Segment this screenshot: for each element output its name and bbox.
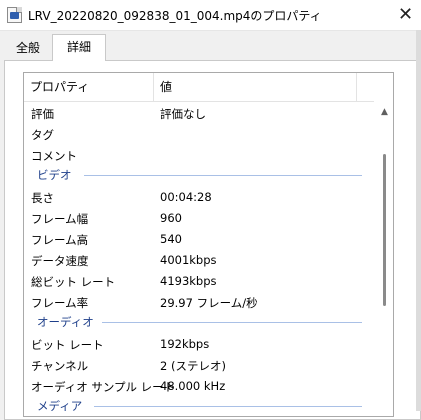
window-title: LRV_20220820_092838_01_004.mp4のプロパティ [28, 9, 322, 23]
property-key: チャンネル [31, 359, 89, 373]
property-key: フレーム幅 [31, 212, 89, 226]
property-value: 4001kbps [160, 253, 217, 267]
column-header-value[interactable]: 値 [154, 73, 357, 101]
property-key: ビット レート [31, 338, 104, 352]
property-key: フレーム高 [31, 233, 89, 247]
group-divider [102, 322, 362, 323]
property-key: タグ [31, 128, 54, 142]
property-key: 評価 [31, 107, 54, 121]
property-value: 29.97 フレーム/秒 [160, 296, 258, 310]
tab-details[interactable]: 詳細 [52, 34, 106, 61]
property-value: 4193kbps [160, 274, 217, 288]
group-divider [94, 406, 362, 407]
group-label: ビデオ [37, 167, 78, 183]
property-value[interactable]: 評価なし [160, 106, 206, 122]
header-divider [24, 101, 374, 102]
property-key: 長さ [31, 191, 54, 205]
list-item-data-rate[interactable]: データ速度 4001kbps [24, 250, 374, 270]
list-item-length[interactable]: 長さ 00:04:28 [24, 187, 374, 207]
list-item-audio-bitrate[interactable]: ビット レート 192kbps [24, 334, 374, 354]
property-key: コメント [31, 149, 77, 163]
video-file-icon [7, 7, 22, 23]
list-item-frame-height[interactable]: フレーム高 540 [24, 229, 374, 249]
property-value: 00:04:28 [160, 190, 212, 204]
scroll-thumb[interactable] [383, 154, 386, 306]
list-item-total-bitrate[interactable]: 総ビット レート 4193kbps [24, 271, 374, 291]
group-divider [84, 175, 362, 176]
group-header-audio: オーディオ [24, 313, 374, 331]
window-edge [416, 30, 421, 411]
list-item-channels[interactable]: チャンネル 2 (ステレオ) [24, 355, 374, 375]
list-item-comments[interactable]: コメント [24, 145, 374, 165]
property-value: 48.000 kHz [160, 379, 226, 393]
property-value: 192kbps [160, 337, 210, 351]
property-key: 総ビット レート [31, 275, 116, 289]
vertical-scrollbar[interactable]: ▲ [376, 102, 393, 416]
list-item-frame-rate[interactable]: フレーム率 29.97 フレーム/秒 [24, 292, 374, 312]
tab-general[interactable]: 全般 [6, 38, 50, 60]
property-value: 960 [160, 211, 182, 225]
property-key: オーディオ サンプル レート [31, 380, 176, 394]
list-item-frame-width[interactable]: フレーム幅 960 [24, 208, 374, 228]
group-label: オーディオ [37, 314, 100, 330]
property-value: 2 (ステレオ) [160, 359, 226, 373]
close-button[interactable]: ✕ [390, 0, 421, 30]
group-header-video: ビデオ [24, 166, 374, 184]
property-key: データ速度 [31, 254, 89, 268]
group-label: メディア [37, 398, 89, 414]
properties-list: プロパティ 値 評価 評価なし タグ コメント ビデオ 長さ 00:04:28 … [23, 72, 394, 417]
property-key: フレーム率 [31, 296, 89, 310]
scroll-up-arrow-icon[interactable]: ▲ [376, 106, 393, 118]
list-item-rating[interactable]: 評価 評価なし [24, 103, 374, 123]
column-header-property[interactable]: プロパティ [24, 73, 154, 101]
list-item-sample-rate[interactable]: オーディオ サンプル レート 48.000 kHz [24, 376, 374, 396]
title-bar: LRV_20220820_092838_01_004.mp4のプロパティ ✕ [0, 0, 421, 31]
group-header-media: メディア [24, 397, 374, 415]
property-value: 540 [160, 232, 182, 246]
list-item-tags[interactable]: タグ [24, 124, 374, 144]
